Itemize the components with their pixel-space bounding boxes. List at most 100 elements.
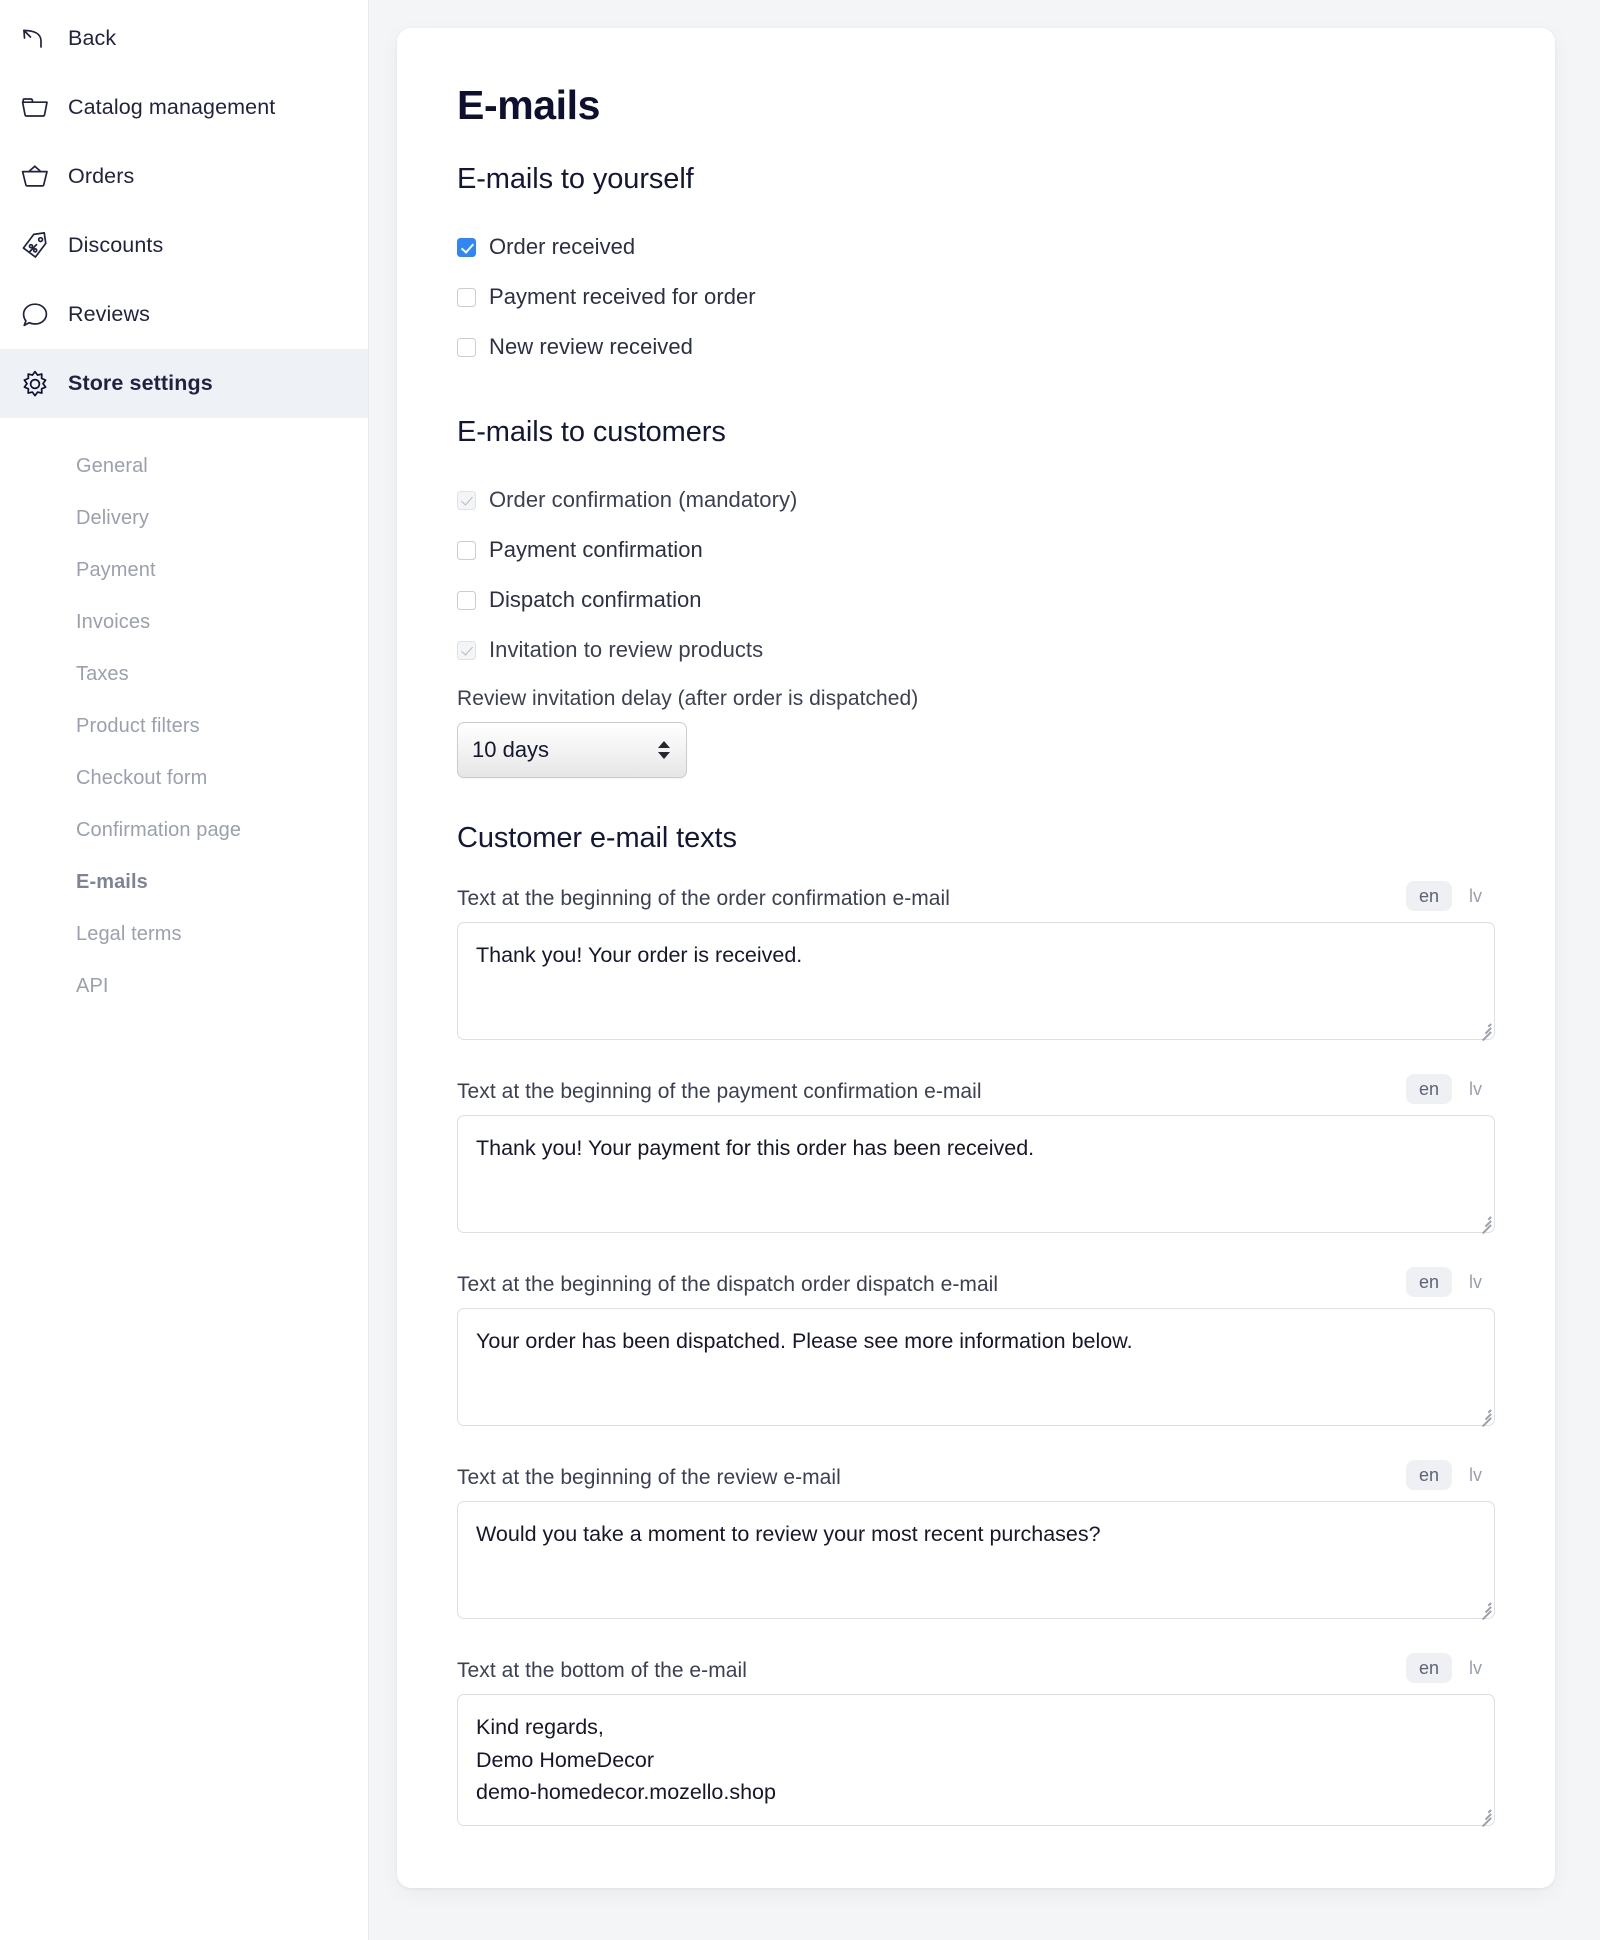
customer-email-checkbox-list: Order confirmation (mandatory) Payment co…: [457, 475, 1495, 675]
language-tab-en[interactable]: en: [1405, 1460, 1452, 1490]
email-text-label: Text at the beginning of the order confi…: [457, 887, 950, 910]
email-text-block: Text at the beginning of the order confi…: [457, 881, 1495, 1042]
email-text-block: Text at the bottom of the e-mail en lv Kind…: [457, 1653, 1495, 1828]
email-text-block: Text at the beginning of the payment con…: [457, 1074, 1495, 1235]
sidebar-item-store-settings[interactable]: Store settings: [0, 349, 368, 418]
language-tab-en[interactable]: en: [1405, 1074, 1452, 1104]
sidebar-item-label: Back: [68, 26, 117, 50]
resize-handle-icon[interactable]: [1477, 1601, 1492, 1621]
back-arrow-icon: [20, 24, 68, 54]
sidebar-item-label: Reviews: [68, 302, 150, 326]
language-tab-en[interactable]: en: [1405, 1653, 1452, 1683]
resize-handle-icon[interactable]: [1477, 1408, 1492, 1428]
subnav-item-invoices[interactable]: Invoices: [0, 596, 368, 648]
email-text-value: Thank you! Your payment for this order h…: [476, 1136, 1035, 1160]
sidebar-item-discounts[interactable]: Discounts: [0, 211, 368, 280]
basket-icon: [20, 162, 68, 192]
language-tab-lv[interactable]: lv: [1456, 1074, 1495, 1104]
subnav-item-legal-terms[interactable]: Legal terms: [0, 908, 368, 960]
sidebar: Back Catalog management Orders Discounts Rev…: [0, 0, 369, 1940]
subnav-item-product-filters[interactable]: Product filters: [0, 700, 368, 752]
review-delay-select-wrap: 10 days: [457, 722, 687, 778]
subnav-item-general[interactable]: General: [0, 440, 368, 492]
language-tab-en[interactable]: en: [1405, 1267, 1452, 1297]
checkbox-label[interactable]: Payment received for order: [489, 284, 756, 310]
email-text-block-header: Text at the bottom of the e-mail en lv: [457, 1653, 1495, 1683]
email-text-textarea[interactable]: Kind regards, Demo HomeDecor demo-homede…: [457, 1694, 1495, 1828]
checkbox-label[interactable]: Dispatch confirmation: [489, 587, 702, 613]
sidebar-nav: Back Catalog management Orders Discounts Rev…: [0, 4, 368, 418]
checkbox-row: Invitation to review products: [457, 625, 1495, 675]
review-delay-label: Review invitation delay (after order is …: [457, 687, 919, 710]
page-title: E-mails: [457, 82, 601, 128]
checkbox-dispatch-confirmation[interactable]: [457, 590, 476, 610]
subnav-item-checkout-form[interactable]: Checkout form: [0, 752, 368, 804]
email-text-block-header: Text at the beginning of the payment con…: [457, 1074, 1495, 1104]
language-tabs: en lv: [1405, 1653, 1495, 1683]
subnav-item-api[interactable]: API: [0, 960, 368, 1012]
subnav-item-confirmation-page[interactable]: Confirmation page: [0, 804, 368, 856]
settings-card: E-mails E-mails to yourself Order receiv…: [397, 28, 1555, 1888]
language-tabs: en lv: [1405, 881, 1495, 911]
email-text-block: Text at the beginning of the review e-ma…: [457, 1460, 1495, 1621]
language-tab-lv[interactable]: lv: [1456, 1653, 1495, 1683]
checkbox-label[interactable]: Order received: [489, 234, 635, 260]
section-emails-to-yourself: E-mails to yourself Order received Paymen…: [457, 163, 1495, 372]
customer-text-blocks: Text at the beginning of the order confi…: [457, 881, 1495, 1828]
checkbox-invitation-to-review-products: [457, 640, 476, 660]
checkbox-row: Payment confirmation: [457, 525, 1495, 575]
checkbox-payment-confirmation[interactable]: [457, 540, 476, 560]
language-tab-lv[interactable]: lv: [1456, 881, 1495, 911]
checkbox-label[interactable]: New review received: [489, 334, 693, 360]
checkbox-order-confirmation-mandatory-: [457, 490, 476, 510]
checkbox-row: Order received: [457, 222, 1495, 272]
resize-handle-icon[interactable]: [1477, 1215, 1492, 1235]
language-tabs: en lv: [1405, 1460, 1495, 1490]
email-text-value: Kind regards, Demo HomeDecor demo-homede…: [476, 1715, 776, 1805]
sidebar-subnav: General Delivery Payment Invoices Taxes Produ…: [0, 418, 368, 1012]
sidebar-item-label: Store settings: [68, 371, 213, 395]
email-text-label: Text at the beginning of the review e-ma…: [457, 1466, 841, 1489]
subnav-item-payment[interactable]: Payment: [0, 544, 368, 596]
resize-handle-icon[interactable]: [1477, 1808, 1492, 1828]
section-title-customers: E-mails to customers: [457, 416, 726, 448]
checkbox-label: Order confirmation (mandatory): [489, 487, 798, 512]
sidebar-item-back[interactable]: Back: [0, 4, 368, 73]
subnav-item-e-mails[interactable]: E-mails: [0, 856, 368, 908]
self-email-checkbox-list: Order received Payment received for order…: [457, 222, 1495, 372]
email-text-value: Thank you! Your order is received.: [476, 943, 803, 967]
checkbox-payment-received-for-order[interactable]: [457, 287, 476, 307]
language-tabs: en lv: [1405, 1267, 1495, 1297]
sidebar-item-reviews[interactable]: Reviews: [0, 280, 368, 349]
email-text-label: Text at the bottom of the e-mail: [457, 1659, 747, 1682]
email-text-textarea[interactable]: Thank you! Your payment for this order h…: [457, 1115, 1495, 1235]
checkbox-row: Payment received for order: [457, 272, 1495, 322]
resize-handle-icon[interactable]: [1477, 1022, 1492, 1042]
email-text-block-header: Text at the beginning of the review e-ma…: [457, 1460, 1495, 1490]
checkbox-row: New review received: [457, 322, 1495, 372]
section-title-self: E-mails to yourself: [457, 163, 694, 195]
sidebar-item-catalog-management[interactable]: Catalog management: [0, 73, 368, 142]
folder-icon: [20, 93, 68, 123]
discount-tag-icon: [20, 231, 68, 261]
email-text-value: Your order has been dispatched. Please s…: [476, 1329, 1133, 1353]
language-tab-lv[interactable]: lv: [1456, 1267, 1495, 1297]
checkbox-order-received[interactable]: [457, 237, 476, 257]
language-tab-lv[interactable]: lv: [1456, 1460, 1495, 1490]
email-text-textarea[interactable]: Would you take a moment to review your m…: [457, 1501, 1495, 1621]
email-text-textarea[interactable]: Thank you! Your order is received.: [457, 922, 1495, 1042]
checkbox-new-review-received[interactable]: [457, 337, 476, 357]
subnav-item-delivery[interactable]: Delivery: [0, 492, 368, 544]
checkbox-label[interactable]: Payment confirmation: [489, 537, 703, 563]
email-text-textarea[interactable]: Your order has been dispatched. Please s…: [457, 1308, 1495, 1428]
review-delay-value: 10 days: [472, 737, 550, 762]
language-tab-en[interactable]: en: [1405, 881, 1452, 911]
checkbox-label: Invitation to review products: [489, 637, 764, 662]
subnav-item-taxes[interactable]: Taxes: [0, 648, 368, 700]
app-root: Back Catalog management Orders Discounts Rev…: [0, 0, 1600, 1940]
section-emails-to-customers: E-mails to customers Order confirmation …: [457, 416, 1495, 778]
review-delay-select[interactable]: 10 days: [457, 722, 687, 778]
sidebar-item-orders[interactable]: Orders: [0, 142, 368, 211]
speech-bubble-icon: [20, 300, 68, 330]
email-text-value: Would you take a moment to review your m…: [476, 1522, 1101, 1546]
